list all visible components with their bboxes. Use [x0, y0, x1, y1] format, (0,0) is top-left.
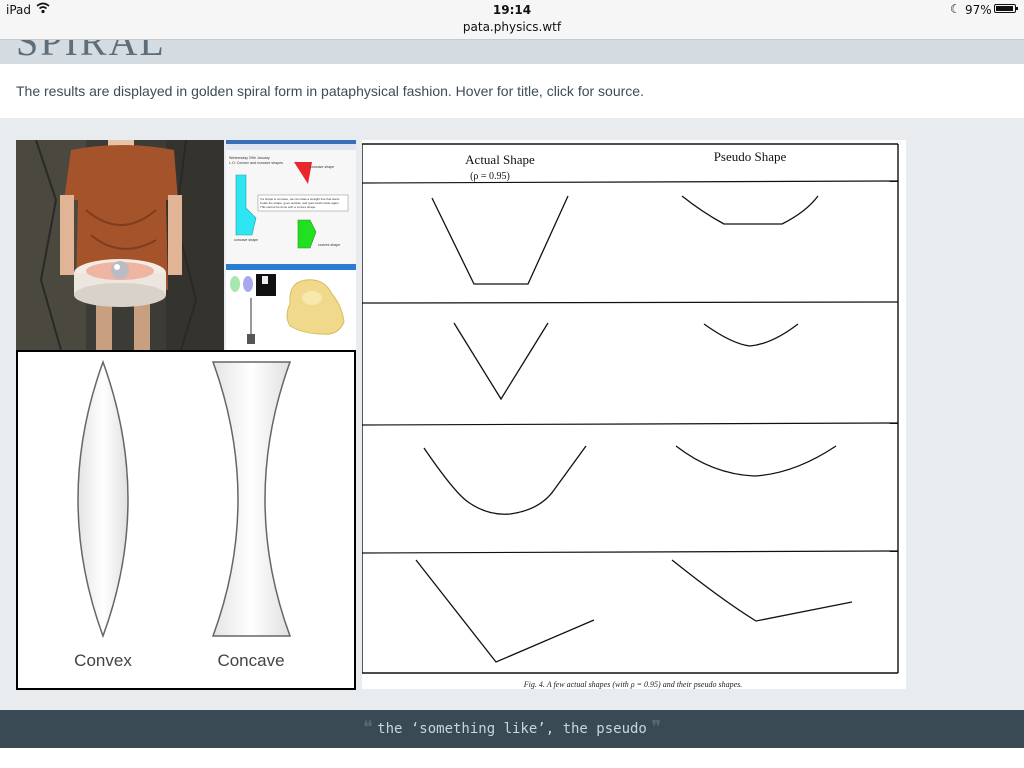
convex-lens — [77, 359, 129, 639]
status-bar: iPad 19:14 pata.physics.wtf ☾ 97% — [0, 0, 1024, 40]
bottom-strip — [0, 748, 1024, 768]
intro-section: The results are displayed in golden spir… — [0, 64, 1024, 118]
worksheet-label-left: concave shape — [234, 238, 258, 242]
app-screenshot — [226, 264, 356, 350]
battery-icon — [994, 4, 1018, 13]
worksheet-note-3: This cannot be done with a convex shape. — [260, 205, 316, 209]
shapes-figure: Actual Shape (ρ = 0.95) Pseudo Shape Fig… — [362, 140, 906, 689]
lens-diagram: Convex Concave — [74, 359, 292, 670]
convex-label: Convex — [74, 651, 132, 670]
col-header-pseudo: Pseudo Shape — [714, 149, 787, 164]
clock: 19:14 — [492, 3, 532, 17]
intro-text: The results are displayed in golden spir… — [16, 83, 644, 99]
worksheet-label-top: concave shape — [310, 165, 334, 169]
worksheet-title: Wednesday 29th January — [229, 156, 270, 160]
address-url[interactable]: pata.physics.wtf — [0, 20, 1024, 34]
page-heading: SPIRAL — [16, 40, 166, 64]
concave-label: Concave — [217, 651, 284, 670]
result-tile-shapes-figure[interactable]: Actual Shape (ρ = 0.95) Pseudo Shape Fig… — [362, 140, 906, 689]
close-quote-icon: ❞ — [651, 717, 661, 738]
result-tile-concave-worksheet[interactable]: Wednesday 29th January L.O: Convex and c… — [226, 140, 356, 264]
result-tile-photo[interactable] — [16, 140, 224, 350]
figure-caption: Fig. 4. A few actual shapes (with ρ = 0.… — [523, 680, 743, 689]
person-lamp-photo — [16, 140, 224, 350]
result-tile-app-screen[interactable] — [226, 264, 356, 350]
battery-percent: 97% — [965, 3, 992, 17]
worksheet-label-right: convex shape — [318, 243, 340, 247]
quote-text: the ‘something like’, the pseudo — [377, 721, 647, 737]
col-header-actual-sub: (ρ = 0.95) — [470, 171, 510, 182]
quote-bar: ❝ the ‘something like’, the pseudo ❞ — [0, 710, 1024, 748]
worksheet-screenshot: Wednesday 29th January L.O: Convex and c… — [226, 140, 356, 264]
heading-band: SPIRAL — [0, 40, 1024, 64]
moon-icon: ☾ — [950, 2, 961, 16]
col-header-actual: Actual Shape — [465, 152, 535, 167]
result-tile-lenses[interactable]: Convex Concave — [16, 350, 356, 690]
open-quote-icon: ❝ — [363, 717, 373, 738]
worksheet-subtitle: L.O: Convex and concave shapes — [229, 161, 283, 165]
concave-lens — [211, 361, 292, 637]
